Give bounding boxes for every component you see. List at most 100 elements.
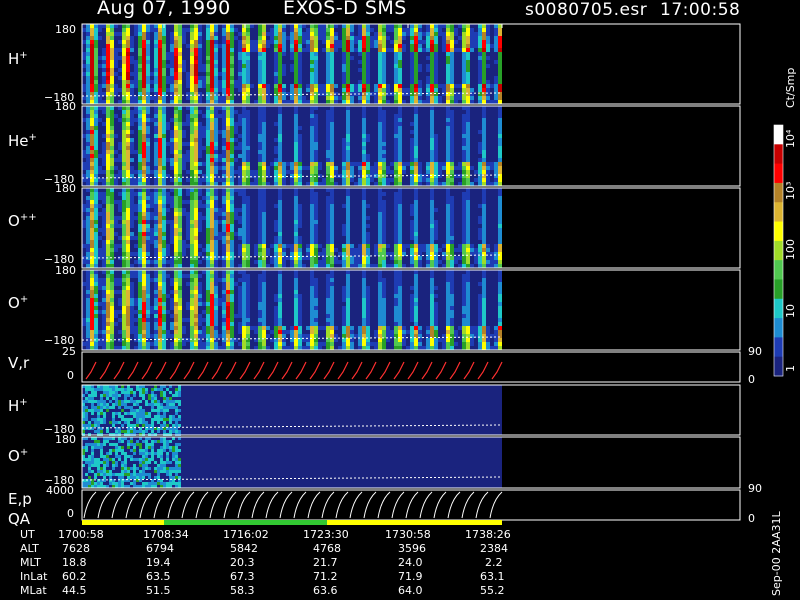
heatmap-cell bbox=[114, 314, 118, 318]
heatmap-cell bbox=[154, 122, 158, 126]
heatmap-cell bbox=[246, 72, 250, 76]
heatmap-cell bbox=[178, 100, 182, 104]
heatmap-cell bbox=[114, 232, 118, 236]
heatmap-cell bbox=[314, 100, 318, 104]
heatmap-cell bbox=[90, 178, 94, 182]
heatmap-cell bbox=[378, 96, 382, 100]
heatmap-cell bbox=[462, 236, 466, 240]
heatmap-cell bbox=[110, 146, 114, 150]
heatmap-cell bbox=[398, 188, 402, 192]
heatmap-cell bbox=[154, 208, 158, 212]
heatmap-cell bbox=[110, 28, 114, 32]
heatmap-cell bbox=[206, 212, 210, 216]
heatmap-cell bbox=[282, 100, 286, 104]
heatmap-cell bbox=[110, 44, 114, 48]
heatmap-cell bbox=[222, 126, 226, 130]
heatmap-cell bbox=[358, 260, 362, 264]
heatmap-cell bbox=[178, 188, 182, 192]
heatmap-cell bbox=[82, 208, 86, 212]
heatmap-cell bbox=[378, 200, 382, 204]
heatmap-cell bbox=[150, 28, 154, 32]
heatmap-cell bbox=[210, 166, 214, 170]
heatmap-cell bbox=[202, 248, 206, 252]
heatmap-cell bbox=[442, 244, 446, 248]
heatmap-cell bbox=[166, 76, 170, 80]
heatmap-cell bbox=[298, 236, 302, 240]
heatmap-cell bbox=[410, 72, 414, 76]
heatmap-cell bbox=[282, 40, 286, 44]
heatmap-cell bbox=[398, 96, 402, 100]
heatmap-cell bbox=[430, 76, 434, 80]
heatmap-cell bbox=[418, 40, 422, 44]
heatmap-cell bbox=[106, 118, 110, 122]
heatmap-cell bbox=[214, 56, 218, 60]
heatmap-cell bbox=[146, 282, 150, 286]
heatmap-cell bbox=[262, 96, 266, 100]
heatmap-cell bbox=[214, 278, 218, 282]
heatmap-cell bbox=[426, 64, 430, 68]
heatmap-cell bbox=[94, 244, 98, 248]
heatmap-cell bbox=[414, 110, 418, 114]
heatmap-cell bbox=[278, 274, 282, 278]
heatmap-cell bbox=[126, 220, 130, 224]
heatmap-cell bbox=[446, 158, 450, 162]
heatmap-cell bbox=[462, 106, 466, 110]
heatmap-cell bbox=[122, 158, 126, 162]
heatmap-cell bbox=[198, 282, 202, 286]
heatmap-cell bbox=[358, 256, 362, 260]
heatmap-cell bbox=[90, 134, 94, 138]
heatmap-cell bbox=[182, 200, 186, 204]
heatmap-cell bbox=[210, 154, 214, 158]
heatmap-cell bbox=[86, 170, 90, 174]
heatmap-cell bbox=[102, 208, 106, 212]
heatmap-cell bbox=[410, 52, 414, 56]
heatmap-cell bbox=[446, 122, 450, 126]
heatmap-cell bbox=[186, 80, 190, 84]
heatmap-cell bbox=[274, 178, 278, 182]
heatmap-cell bbox=[210, 346, 214, 350]
heatmap-cell bbox=[178, 48, 182, 52]
heatmap-cell bbox=[402, 248, 406, 252]
heatmap-cell bbox=[262, 318, 266, 322]
heatmap-cell bbox=[258, 106, 262, 110]
heatmap-cell bbox=[134, 100, 138, 104]
heatmap-cell bbox=[450, 122, 454, 126]
heatmap-cell bbox=[462, 76, 466, 80]
heatmap-cell bbox=[174, 24, 178, 28]
heatmap-cell bbox=[466, 40, 470, 44]
heatmap-cell bbox=[330, 282, 334, 286]
heatmap-cell bbox=[294, 166, 298, 170]
heatmap-cell bbox=[398, 100, 402, 104]
heatmap-cell bbox=[350, 56, 354, 60]
heatmap-cell bbox=[174, 182, 178, 186]
heatmap-cell bbox=[498, 196, 502, 200]
heatmap-cell bbox=[378, 40, 382, 44]
heatmap-cell bbox=[314, 334, 318, 338]
heatmap-cell bbox=[294, 150, 298, 154]
heatmap-cell bbox=[378, 52, 382, 56]
heatmap-cell bbox=[258, 118, 262, 122]
heatmap-cell bbox=[154, 278, 158, 282]
heatmap-cell bbox=[198, 314, 202, 318]
heatmap-cell bbox=[86, 28, 90, 32]
heatmap-cell bbox=[90, 346, 94, 350]
heatmap-cell bbox=[246, 126, 250, 130]
heatmap-cell bbox=[310, 162, 314, 166]
heatmap-cell bbox=[330, 118, 334, 122]
heatmap-cell bbox=[242, 158, 246, 162]
heatmap-cell bbox=[246, 342, 250, 346]
heatmap-cell bbox=[314, 200, 318, 204]
heatmap-cell bbox=[478, 256, 482, 260]
heatmap-cell bbox=[86, 302, 90, 306]
heatmap-cell bbox=[166, 260, 170, 264]
heatmap-cell bbox=[362, 24, 366, 28]
heatmap-cell bbox=[450, 244, 454, 248]
heatmap-cell bbox=[190, 310, 194, 314]
heatmap-cell bbox=[470, 100, 474, 104]
heatmap-cell bbox=[186, 96, 190, 100]
heatmap-cell bbox=[450, 118, 454, 122]
heatmap-cell bbox=[162, 110, 166, 114]
heatmap-cell bbox=[258, 192, 262, 196]
heatmap-cell bbox=[410, 146, 414, 150]
heatmap-cell bbox=[158, 150, 162, 154]
